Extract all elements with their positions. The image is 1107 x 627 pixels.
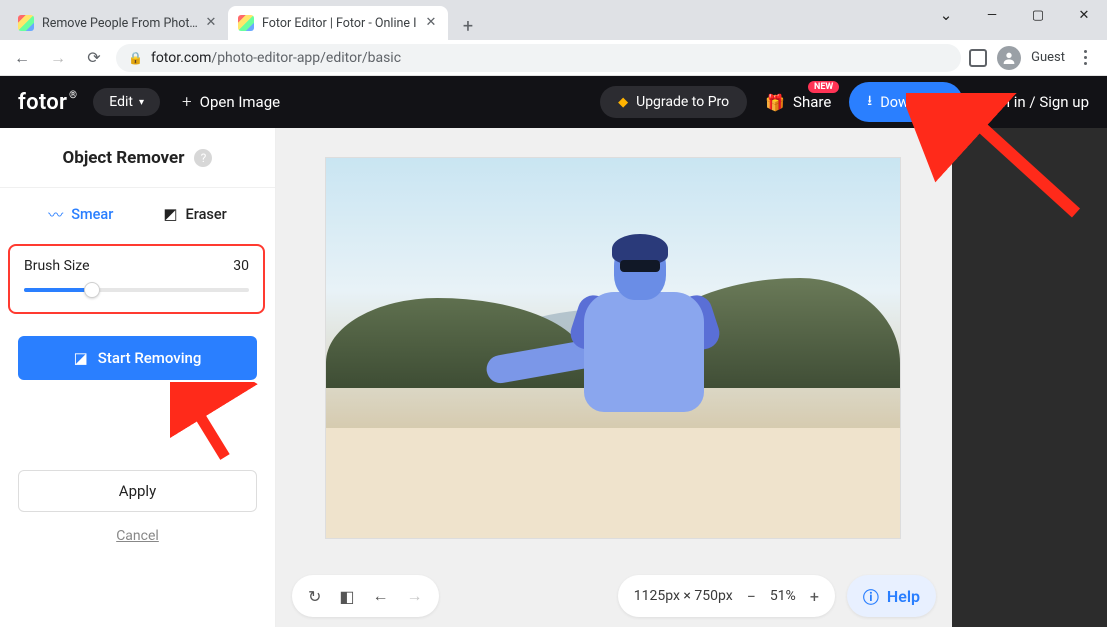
maximize-button[interactable]: ▢ [1015,0,1061,30]
upgrade-button[interactable]: ◆ Upgrade to Pro [600,86,747,118]
compare-icon[interactable]: ◧ [339,587,354,606]
tab-eraser[interactable]: ◩ Eraser [163,205,226,223]
share-button[interactable]: 🎁 Share NEW [765,93,831,112]
download-button[interactable]: ⭳ Download [849,82,962,122]
zoom-out-button[interactable]: − [747,587,756,606]
sidebar-header: Object Remover ? [0,128,275,188]
profile-label: Guest [1031,50,1065,65]
auth-links: Sign in / Sign up [981,93,1089,111]
browser-menu-button[interactable] [1075,50,1095,65]
diamond-icon: ◆ [618,95,628,110]
download-icon: ⭳ [867,90,872,114]
rotate-icon[interactable]: ↻ [308,587,321,606]
tab-label: Eraser [186,206,227,223]
url-domain: fotor.com [151,50,211,66]
open-image-button[interactable]: + Open Image [182,92,280,112]
app-header: fotor® Edit ▾ + Open Image ◆ Upgrade to … [0,76,1107,128]
canvas-dimensions: 1125px × 750px [634,588,733,604]
brush-size-value: 30 [233,258,249,274]
start-removing-label: Start Removing [98,349,202,367]
close-icon[interactable]: ✕ [204,16,218,30]
canvas-viewport[interactable]: ↻ ◧ ← → 1125px × 750px − 51% + ⓘ Help [276,128,952,627]
profile-avatar[interactable] [997,46,1021,70]
reload-button[interactable]: ⟳ [80,44,108,72]
tool-tabs: 〰 Smear ◩ Eraser [0,188,275,240]
share-label: Share [793,93,831,111]
signup-link[interactable]: Sign up [1039,93,1089,111]
lock-icon: 🔒 [128,51,143,65]
browser-toolbar: ← → ⟳ 🔒 fotor.com/photo-editor-app/edito… [0,40,1107,76]
sidebar: Object Remover ? 〰 Smear ◩ Eraser Brush … [0,128,276,627]
panel-title: Object Remover [63,148,185,168]
redo-button[interactable]: → [407,586,423,606]
plus-icon: + [182,92,192,112]
selected-object-mask [526,238,726,478]
window-controls: ⌄ — ▢ ✕ [923,0,1107,30]
url-path: /photo-editor-app/editor/basic [211,50,401,66]
browser-tabstrip: Remove People From Photos C ✕ Fotor Edit… [0,0,1107,40]
forward-button[interactable]: → [44,44,72,72]
extension-icon[interactable] [969,49,987,67]
tab-smear[interactable]: 〰 Smear [48,204,113,225]
brush-size-label: Brush Size [24,258,90,274]
gift-icon: 🎁 [765,93,785,112]
browser-tab-1[interactable]: Fotor Editor | Fotor - Online I ✕ [228,6,448,40]
apply-label: Apply [119,482,156,500]
new-tab-button[interactable]: + [454,12,482,40]
favicon-icon [238,15,254,31]
slider-thumb[interactable] [84,282,100,298]
help-circle-icon: ⓘ [863,584,879,608]
chevron-down-icon[interactable]: ⌄ [923,0,969,30]
canvas-bottom-bar: ↻ ◧ ← → 1125px × 750px − 51% + ⓘ Help [292,575,936,617]
back-button[interactable]: ← [8,44,36,72]
edit-label: Edit [109,94,133,110]
open-image-label: Open Image [200,93,280,111]
signin-link[interactable]: Sign in [981,93,1026,111]
help-icon[interactable]: ? [194,149,212,167]
tab-title: Remove People From Photos C [42,16,198,31]
main-area: Object Remover ? 〰 Smear ◩ Eraser Brush … [0,128,1107,627]
canvas-area: ↻ ◧ ← → 1125px × 750px − 51% + ⓘ Help [276,128,1107,627]
tab-label: Smear [71,206,113,223]
undo-button[interactable]: ← [373,586,389,606]
eraser-icon: ◪ [74,349,88,367]
start-removing-button[interactable]: ◪ Start Removing [18,336,257,380]
help-button[interactable]: ⓘ Help [847,575,936,617]
eraser-icon: ◩ [163,205,177,223]
upgrade-label: Upgrade to Pro [636,94,729,110]
zoom-value: 51% [770,588,796,604]
zoom-controls: 1125px × 750px − 51% + [618,575,835,617]
help-label: Help [887,587,920,606]
zoom-in-button[interactable]: + [810,587,819,606]
brush-size-slider[interactable] [24,288,249,292]
fotor-logo[interactable]: fotor® [18,90,67,115]
minimize-button[interactable]: — [969,0,1015,30]
edited-photo[interactable] [326,158,900,538]
slider-fill [24,288,92,292]
close-window-button[interactable]: ✕ [1061,0,1107,30]
history-controls: ↻ ◧ ← → [292,575,439,617]
download-label: Download [880,94,945,111]
chevron-down-icon: ▾ [139,97,144,108]
edit-menu[interactable]: Edit ▾ [93,88,160,116]
address-bar[interactable]: 🔒 fotor.com/photo-editor-app/editor/basi… [116,44,961,72]
apply-button[interactable]: Apply [18,470,257,512]
brush-size-panel: Brush Size 30 [8,244,265,314]
close-icon[interactable]: ✕ [424,16,438,30]
tab-title: Fotor Editor | Fotor - Online I [262,16,418,31]
smear-icon: 〰 [48,204,63,225]
cancel-link[interactable]: Cancel [0,528,275,544]
new-badge: NEW [808,81,839,93]
browser-tab-0[interactable]: Remove People From Photos C ✕ [8,6,228,40]
favicon-icon [18,15,34,31]
